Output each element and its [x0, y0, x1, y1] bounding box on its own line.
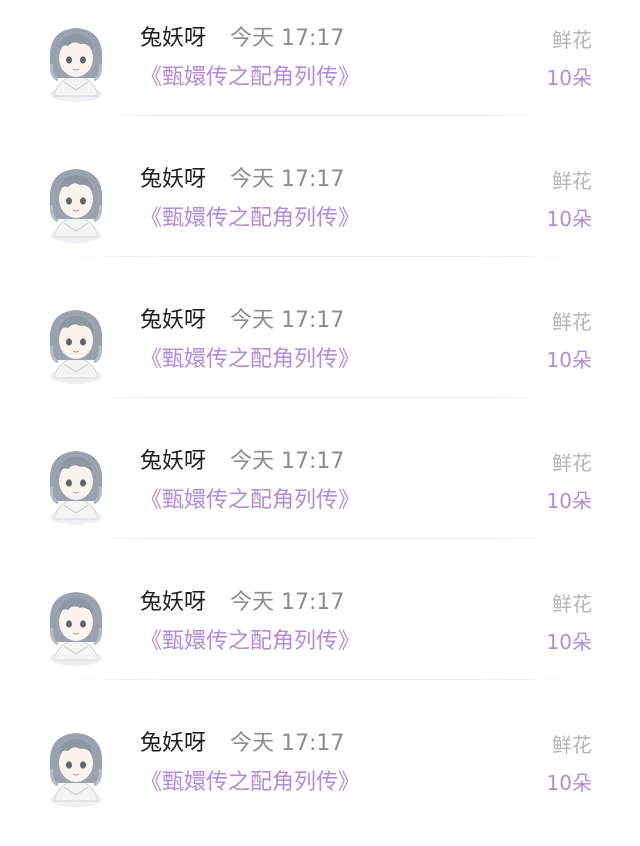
timestamp: 今天 17:17: [230, 449, 345, 474]
timestamp: 今天 17:17: [230, 26, 345, 51]
gift-type-label: 鲜花: [552, 733, 592, 757]
gift-count: 10朵: [546, 489, 592, 513]
gift-record-item[interactable]: 兔妖呀 今天 17:17 《甄嬛传之配角列传》 鲜花 10朵: [0, 0, 640, 141]
avatar[interactable]: [40, 161, 112, 243]
gift-type-label: 鲜花: [552, 169, 592, 193]
divider: [60, 679, 580, 680]
book-title-link[interactable]: 《甄嬛传之配角列传》: [140, 203, 360, 235]
avatar[interactable]: [40, 584, 112, 666]
book-title-link[interactable]: 《甄嬛传之配角列传》: [140, 767, 360, 799]
gift-record-item[interactable]: 兔妖呀 今天 17:17 《甄嬛传之配角列传》 鲜花 10朵: [0, 141, 640, 282]
avatar[interactable]: [40, 302, 112, 384]
timestamp: 今天 17:17: [230, 590, 345, 615]
gift-record-item[interactable]: 兔妖呀 今天 17:17 《甄嬛传之配角列传》 鲜花 10朵: [0, 423, 640, 564]
sender-name[interactable]: 兔妖呀: [140, 306, 206, 336]
book-title-link[interactable]: 《甄嬛传之配角列传》: [140, 62, 360, 94]
gift-count: 10朵: [546, 66, 592, 90]
gift-type-label: 鲜花: [552, 28, 592, 52]
gift-count: 10朵: [546, 771, 592, 795]
sender-name[interactable]: 兔妖呀: [140, 447, 206, 477]
gift-type-label: 鲜花: [552, 310, 592, 334]
sender-name[interactable]: 兔妖呀: [140, 729, 206, 759]
gift-count: 10朵: [546, 348, 592, 372]
book-title-link[interactable]: 《甄嬛传之配角列传》: [140, 485, 360, 517]
gift-count: 10朵: [546, 207, 592, 231]
book-title-link[interactable]: 《甄嬛传之配角列传》: [140, 344, 360, 376]
anime-girl-avatar-icon: [49, 28, 103, 102]
gift-record-list: 兔妖呀 今天 17:17 《甄嬛传之配角列传》 鲜花 10朵 兔妖呀 今天 17…: [0, 0, 640, 826]
avatar[interactable]: [40, 20, 112, 102]
sender-name[interactable]: 兔妖呀: [140, 165, 206, 195]
anime-girl-avatar-icon: [49, 169, 103, 243]
sender-name[interactable]: 兔妖呀: [140, 24, 206, 54]
anime-girl-avatar-icon: [49, 451, 103, 525]
anime-girl-avatar-icon: [49, 592, 103, 666]
timestamp: 今天 17:17: [230, 731, 345, 756]
book-title-link[interactable]: 《甄嬛传之配角列传》: [140, 626, 360, 658]
gift-record-item[interactable]: 兔妖呀 今天 17:17 《甄嬛传之配角列传》 鲜花 10朵: [0, 282, 640, 423]
gift-record-item[interactable]: 兔妖呀 今天 17:17 《甄嬛传之配角列传》 鲜花 10朵: [0, 564, 640, 705]
timestamp: 今天 17:17: [230, 308, 345, 333]
divider: [60, 256, 580, 257]
anime-girl-avatar-icon: [49, 310, 103, 384]
avatar[interactable]: [40, 443, 112, 525]
gift-type-label: 鲜花: [552, 451, 592, 475]
divider: [60, 397, 580, 398]
avatar[interactable]: [40, 725, 112, 807]
timestamp: 今天 17:17: [230, 167, 345, 192]
gift-type-label: 鲜花: [552, 592, 592, 616]
anime-girl-avatar-icon: [49, 733, 103, 807]
divider: [60, 538, 580, 539]
gift-record-item[interactable]: 兔妖呀 今天 17:17 《甄嬛传之配角列传》 鲜花 10朵: [0, 705, 640, 846]
gift-count: 10朵: [546, 630, 592, 654]
divider: [60, 115, 580, 116]
sender-name[interactable]: 兔妖呀: [140, 588, 206, 618]
